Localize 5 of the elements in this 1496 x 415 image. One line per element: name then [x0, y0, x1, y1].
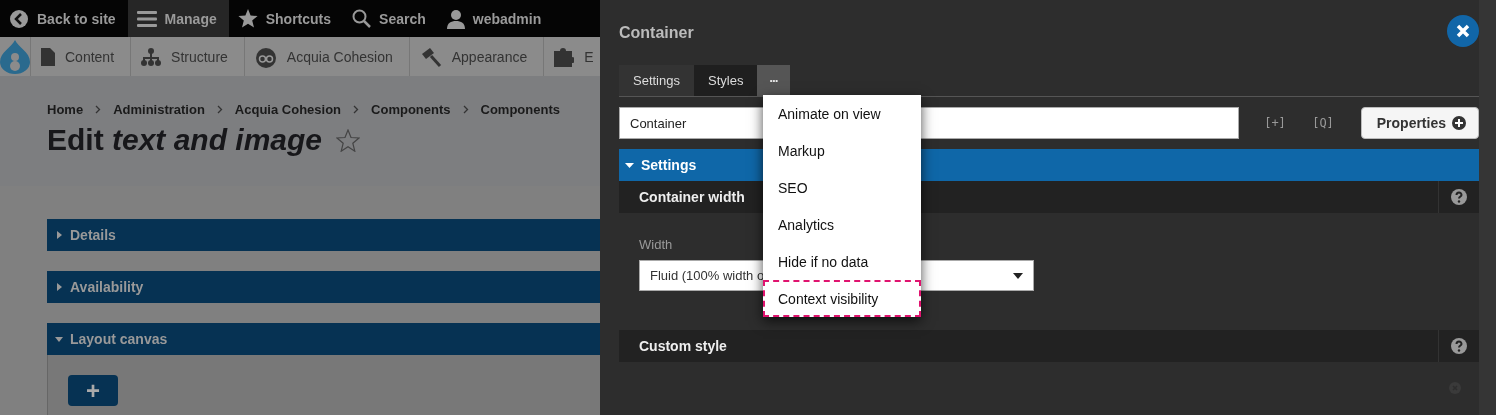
group-title: Custom style [638, 338, 728, 354]
panel-title: Container [619, 23, 694, 42]
field-label: Width [639, 237, 674, 252]
page-title: Edit text and image [47, 123, 323, 157]
group-title: Container width [638, 189, 746, 205]
